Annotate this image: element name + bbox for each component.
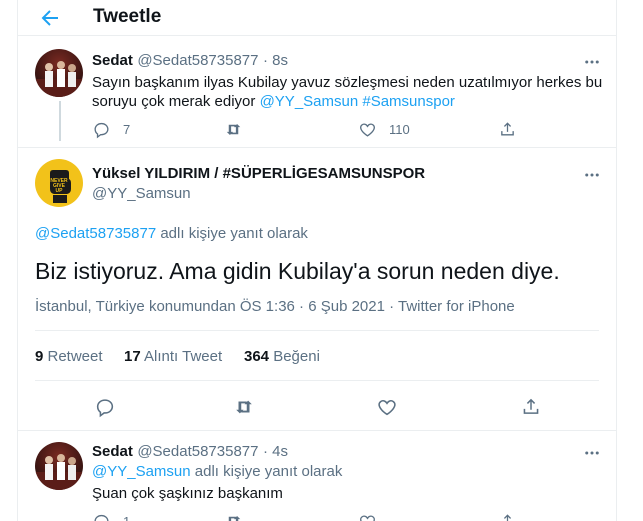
retweet-button[interactable] bbox=[224, 120, 243, 139]
main-tweet-text: Biz istiyoruz. Ama gidin Kubilay'a sorun… bbox=[35, 258, 560, 284]
reply-to-link[interactable]: @YY_Samsun bbox=[92, 463, 191, 480]
like-label: Beğeni bbox=[269, 348, 320, 365]
quote-count: 17 bbox=[124, 348, 141, 365]
share-icon bbox=[501, 122, 514, 136]
share-button[interactable] bbox=[498, 120, 517, 139]
tweet-text: Şuan çok şaşkınız başkanım bbox=[92, 485, 283, 502]
tweet-time[interactable]: · 4s bbox=[263, 443, 288, 460]
heart-icon bbox=[378, 400, 396, 416]
retweet-label: Retweet bbox=[43, 348, 103, 365]
author-name[interactable]: Sedat bbox=[92, 52, 133, 69]
tweet-meta[interactable]: İstanbul, Türkiye konumundan ÖS 1:36 · 6… bbox=[35, 298, 515, 315]
heart-icon bbox=[360, 123, 375, 137]
tweet-time[interactable]: · 8s bbox=[263, 52, 288, 69]
author-name[interactable]: Yüksel YILDIRIM / #SÜPERLİGESAMSUNSPOR bbox=[92, 165, 425, 182]
divider bbox=[35, 380, 599, 381]
divider bbox=[18, 147, 616, 148]
back-arrow-icon[interactable] bbox=[38, 6, 62, 30]
like-count: 110 bbox=[389, 122, 410, 137]
avatar-photo-icon bbox=[35, 454, 83, 490]
retweet-icon bbox=[226, 123, 241, 136]
retweet-icon bbox=[228, 515, 241, 521]
share-icon bbox=[523, 398, 539, 414]
author-name[interactable]: Sedat bbox=[92, 443, 133, 460]
quote-stat[interactable]: 17 Alıntı Tweet bbox=[124, 348, 222, 365]
avatar-photo-icon bbox=[35, 61, 83, 97]
share-button[interactable] bbox=[498, 512, 517, 521]
more-icon[interactable] bbox=[583, 166, 601, 184]
tweet-header: Sedat @Sedat58735877 · 4s bbox=[92, 443, 288, 461]
like-button[interactable] bbox=[376, 396, 398, 418]
avatar[interactable] bbox=[35, 442, 83, 490]
reply-button[interactable] bbox=[94, 396, 116, 418]
reply-icon bbox=[96, 399, 114, 418]
retweet-button[interactable] bbox=[233, 396, 255, 418]
author-handle[interactable]: @YY_Samsun bbox=[92, 185, 191, 202]
reply-button[interactable]: 7 bbox=[92, 120, 130, 139]
share-button[interactable] bbox=[520, 396, 542, 418]
author-handle[interactable]: @Sedat58735877 bbox=[137, 52, 258, 69]
retweet-stat[interactable]: 9 Retweet bbox=[35, 348, 103, 365]
divider bbox=[35, 330, 599, 331]
retweet-icon bbox=[236, 400, 252, 414]
reply-context: @YY_Samsun adlı kişiye yanıt olarak bbox=[92, 463, 342, 480]
reply-to-link[interactable]: @Sedat58735877 bbox=[35, 225, 156, 242]
logo-word: UP bbox=[55, 188, 63, 194]
like-button[interactable]: 110 bbox=[358, 120, 410, 139]
tweet-text-line2: soruyu çok merak ediyor @YY_Samsun #Sams… bbox=[92, 92, 455, 112]
tweet-header: Sedat @Sedat58735877 · 8s bbox=[92, 52, 288, 70]
avatar[interactable]: NEVER GIVE UP bbox=[35, 159, 83, 207]
reply-to-suffix: adlı kişiye yanıt olarak bbox=[156, 225, 308, 242]
reply-icon bbox=[94, 514, 109, 521]
like-button[interactable] bbox=[358, 512, 377, 521]
avatar[interactable] bbox=[35, 49, 83, 97]
retweet-button[interactable] bbox=[224, 512, 243, 521]
reply-count: 1 bbox=[123, 514, 130, 521]
tweet-text: soruyu çok merak ediyor bbox=[92, 93, 260, 110]
reply-to-suffix: adlı kişiye yanıt olarak bbox=[190, 463, 343, 480]
heart-icon bbox=[360, 515, 375, 521]
divider bbox=[18, 430, 616, 431]
timeline-column: Tweetle Sedat @Sedat58735877 · 8s Sayın … bbox=[17, 0, 617, 521]
more-icon[interactable] bbox=[583, 444, 601, 462]
reply-context: @Sedat58735877 adlı kişiye yanıt olarak bbox=[35, 225, 308, 242]
page-title: Tweetle bbox=[93, 6, 162, 27]
header: Tweetle bbox=[18, 0, 616, 36]
more-icon[interactable] bbox=[583, 53, 601, 71]
author-handle[interactable]: @Sedat58735877 bbox=[137, 443, 258, 460]
logo-text: NEVER GIVE UP bbox=[35, 179, 83, 194]
reply-icon bbox=[94, 122, 109, 139]
thread-line bbox=[59, 101, 61, 141]
like-count: 364 bbox=[244, 348, 270, 365]
tweet-text-line1: Sayın başkanım ilyas Kubilay yavuz sözle… bbox=[92, 74, 603, 91]
quote-label: Alıntı Tweet bbox=[140, 348, 223, 365]
reply-button[interactable]: 1 bbox=[92, 512, 130, 521]
mention-link[interactable]: @YY_Samsun bbox=[260, 93, 359, 110]
share-icon bbox=[503, 514, 512, 521]
reply-count: 7 bbox=[123, 122, 131, 137]
hashtag-link[interactable]: #Samsunspor bbox=[358, 93, 455, 110]
like-stat[interactable]: 364 Beğeni bbox=[244, 348, 320, 365]
